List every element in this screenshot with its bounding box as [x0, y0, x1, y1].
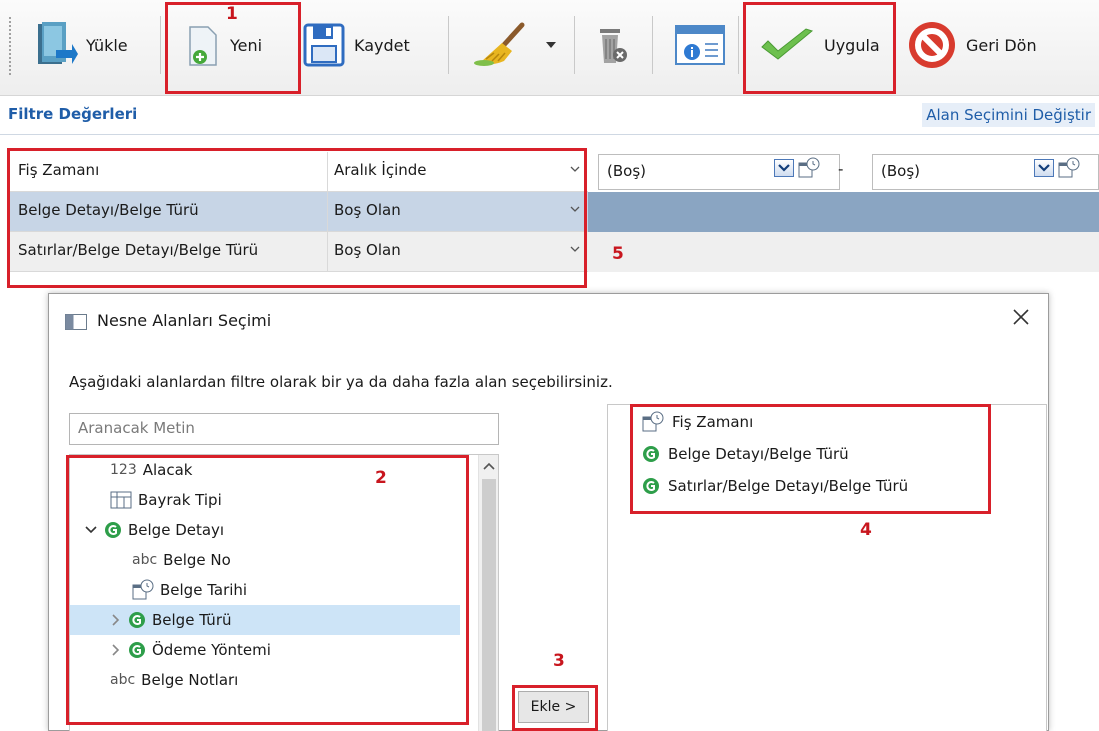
annotation-box-3 — [512, 685, 598, 731]
scroll-up-icon[interactable] — [479, 457, 499, 477]
chevron-down-icon — [778, 164, 790, 172]
to-dropdown-button[interactable] — [1034, 159, 1054, 177]
load-icon — [38, 22, 78, 64]
annotation-box-4 — [630, 404, 991, 514]
annotation-number-3: 3 — [553, 651, 565, 671]
broom-icon — [474, 22, 525, 66]
calendar-clock-icon — [1058, 157, 1080, 178]
delete-button[interactable] — [594, 14, 630, 76]
load-button[interactable]: Yükle — [34, 14, 128, 76]
scrollbar-thumb[interactable] — [482, 479, 496, 731]
clean-dropdown-button[interactable] — [544, 14, 558, 76]
window-info-icon — [675, 25, 725, 65]
dropdown-arrow-icon — [546, 42, 556, 48]
toolbar-separator — [160, 16, 161, 74]
toolbar-grip[interactable] — [8, 16, 12, 76]
search-placeholder: Aranacak Metin — [78, 419, 195, 437]
toolbar-separator — [448, 16, 449, 74]
annotation-box-apply — [743, 2, 896, 94]
floppy-disk-icon — [303, 23, 345, 67]
save-button[interactable]: Kaydet — [302, 14, 410, 76]
properties-button[interactable] — [674, 14, 726, 76]
save-label: Kaydet — [354, 35, 410, 55]
close-icon[interactable] — [1010, 306, 1032, 328]
filter-values-title: Filtre Değerleri — [8, 105, 138, 123]
annotation-number-4: 4 — [860, 520, 872, 540]
to-calendar-button[interactable] — [1058, 157, 1080, 179]
range-separator: - — [838, 160, 844, 178]
annotation-number-1: 1 — [226, 4, 238, 24]
selected-row-value-area[interactable] — [588, 192, 1099, 232]
search-input[interactable]: Aranacak Metin — [69, 413, 499, 445]
dialog-title: Nesne Alanları Seçimi — [97, 311, 272, 330]
toolbar-separator — [574, 16, 575, 74]
dialog-window-icon — [65, 314, 87, 330]
from-dropdown-button[interactable] — [774, 159, 794, 177]
annotation-box-5 — [7, 148, 587, 288]
clean-button[interactable] — [472, 14, 532, 76]
revert-label: Geri Dön — [966, 35, 1037, 55]
filter-to-text: (Boş) — [881, 162, 920, 180]
annotation-number-5: 5 — [612, 244, 624, 264]
annotation-number-2: 2 — [375, 468, 387, 488]
tree-scrollbar[interactable] — [478, 455, 498, 731]
annotation-box-2 — [66, 455, 469, 725]
dialog-description: Aşağıdaki alanlardan filtre olarak bir y… — [69, 373, 613, 391]
filter-from-text: (Boş) — [607, 162, 646, 180]
revert-button[interactable]: Geri Dön — [906, 14, 1037, 76]
cancel-icon — [909, 22, 955, 68]
load-label: Yükle — [86, 35, 128, 55]
toolbar-separator — [738, 16, 739, 74]
from-calendar-button[interactable] — [798, 157, 820, 179]
chevron-down-icon — [1038, 164, 1050, 172]
change-field-selection-link[interactable]: Alan Seçimini Değiştir — [922, 103, 1095, 127]
filter-values-bar: Filtre Değerleri Alan Seçimini Değiştir — [0, 97, 1099, 135]
trash-icon — [600, 29, 627, 63]
toolbar-separator — [652, 16, 653, 74]
calendar-clock-icon — [798, 157, 820, 178]
